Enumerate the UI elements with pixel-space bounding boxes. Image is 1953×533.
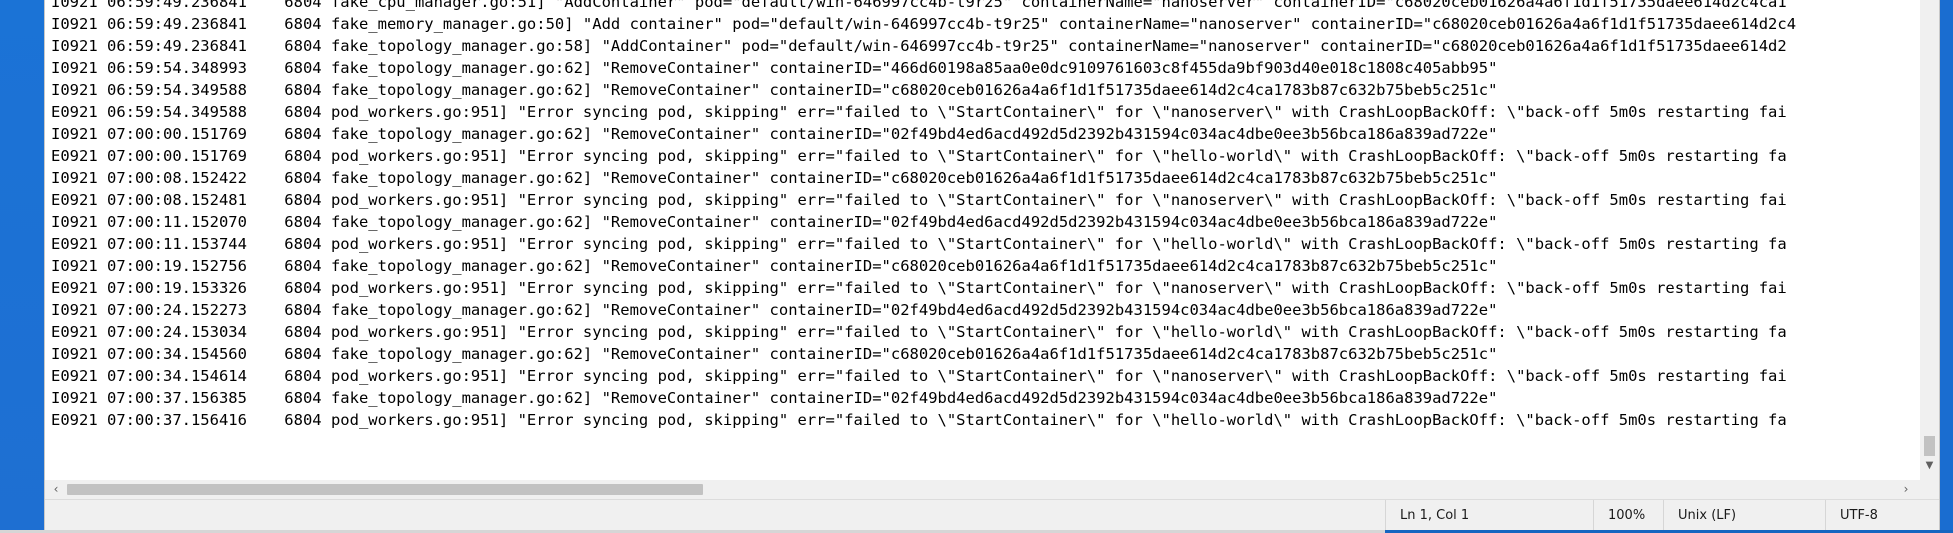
encoding: UTF-8 bbox=[1825, 500, 1939, 531]
log-line: I0921 07:00:24.152273 6804 fake_topology… bbox=[51, 301, 1498, 319]
log-line: E0921 07:00:37.156416 6804 pod_workers.g… bbox=[51, 411, 1787, 429]
status-bar: Ln 1, Col 1 100% Unix (LF) UTF-8 bbox=[45, 499, 1939, 531]
line-ending: Unix (LF) bbox=[1663, 500, 1825, 531]
zoom-level: 100% bbox=[1593, 500, 1663, 531]
log-line: I0921 07:00:34.154560 6804 fake_topology… bbox=[51, 345, 1498, 363]
log-line: E0921 06:59:54.349588 6804 pod_workers.g… bbox=[51, 103, 1787, 121]
log-line: I0921 06:59:54.348993 6804 fake_topology… bbox=[51, 59, 1498, 77]
log-line: I0921 06:59:49.236841 6804 fake_memory_m… bbox=[51, 15, 1797, 33]
log-text[interactable]: I0921 06:59:49.236841 6804 fake_cpu_mana… bbox=[51, 0, 1796, 431]
horizontal-scrollbar[interactable]: ‹ › bbox=[45, 480, 1920, 499]
chevron-left-icon[interactable]: ‹ bbox=[47, 480, 65, 499]
log-line: I0921 07:00:11.152070 6804 fake_topology… bbox=[51, 213, 1498, 231]
log-line: I0921 06:59:49.236841 6804 fake_cpu_mana… bbox=[51, 0, 1787, 11]
log-line: I0921 06:59:54.349588 6804 fake_topology… bbox=[51, 81, 1498, 99]
horizontal-scroll-thumb[interactable] bbox=[67, 484, 703, 495]
vertical-scroll-thumb[interactable] bbox=[1924, 436, 1935, 456]
chevron-right-icon[interactable]: › bbox=[1897, 480, 1915, 499]
log-line: I0921 06:59:49.236841 6804 fake_topology… bbox=[51, 37, 1787, 55]
log-line: E0921 07:00:11.153744 6804 pod_workers.g… bbox=[51, 235, 1787, 253]
log-line: I0921 07:00:19.152756 6804 fake_topology… bbox=[51, 257, 1498, 275]
vertical-scrollbar[interactable]: ▼ bbox=[1920, 0, 1939, 480]
log-line: E0921 07:00:00.151769 6804 pod_workers.g… bbox=[51, 147, 1787, 165]
desktop-background-left bbox=[0, 0, 44, 533]
log-line: I0921 07:00:37.156385 6804 fake_topology… bbox=[51, 389, 1498, 407]
scrollbar-corner bbox=[1920, 480, 1939, 499]
log-line: I0921 07:00:08.152422 6804 fake_topology… bbox=[51, 169, 1498, 187]
desktop-background-right bbox=[1938, 0, 1953, 533]
notepad-window: I0921 06:59:49.236841 6804 fake_cpu_mana… bbox=[44, 0, 1940, 531]
text-editor-area[interactable]: I0921 06:59:49.236841 6804 fake_cpu_mana… bbox=[45, 0, 1920, 480]
log-line: E0921 07:00:34.154614 6804 pod_workers.g… bbox=[51, 367, 1787, 385]
log-line: E0921 07:00:19.153326 6804 pod_workers.g… bbox=[51, 279, 1787, 297]
chevron-down-icon[interactable]: ▼ bbox=[1924, 458, 1935, 474]
cursor-position: Ln 1, Col 1 bbox=[1385, 500, 1593, 531]
log-line: E0921 07:00:08.152481 6804 pod_workers.g… bbox=[51, 191, 1787, 209]
log-line: E0921 07:00:24.153034 6804 pod_workers.g… bbox=[51, 323, 1787, 341]
log-line: I0921 07:00:00.151769 6804 fake_topology… bbox=[51, 125, 1498, 143]
